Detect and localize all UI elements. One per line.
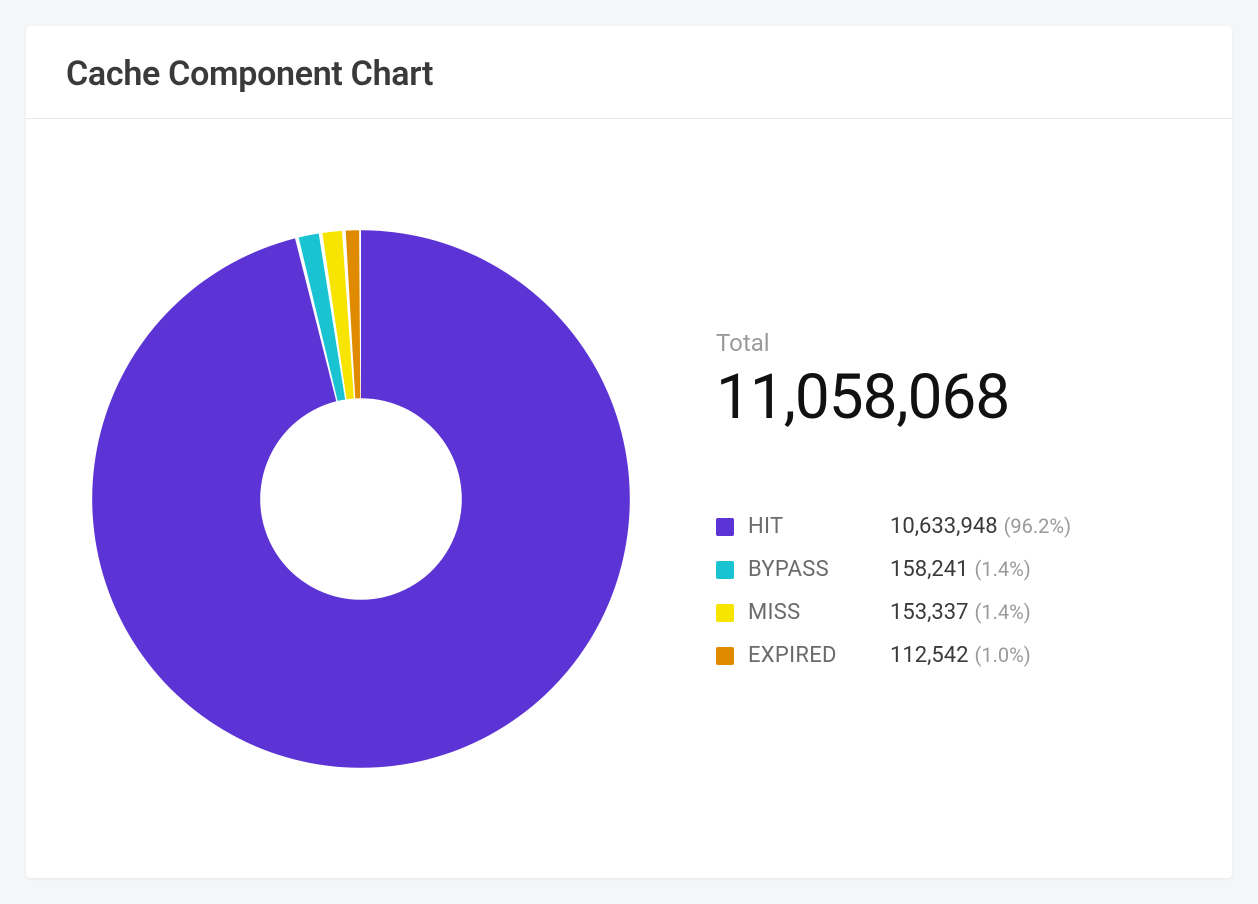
legend-swatch [716, 518, 734, 536]
legend-value: 158,241 [890, 557, 969, 582]
legend: HIT 10,633,948(96.2%) BYPASS 158,241(1.4%) M… [716, 514, 1192, 668]
legend-value-cell: 112,542(1.0%) [890, 643, 1192, 668]
legend-swatch [716, 604, 734, 622]
legend-value-cell: 10,633,948(96.2%) [890, 514, 1192, 539]
legend-value: 112,542 [890, 643, 969, 668]
legend-value-cell: 153,337(1.4%) [890, 600, 1192, 625]
legend-name: MISS [748, 600, 878, 625]
legend-name: EXPIRED [748, 643, 878, 668]
legend-value: 153,337 [890, 600, 969, 625]
legend-value-cell: 158,241(1.4%) [890, 557, 1192, 582]
donut-chart [66, 204, 656, 794]
total-value: 11,058,068 [716, 361, 1192, 434]
card-header: Cache Component Chart [26, 26, 1232, 119]
legend-swatch [716, 561, 734, 579]
card-title: Cache Component Chart [66, 54, 1192, 94]
legend-name: BYPASS [748, 557, 878, 582]
legend-swatch [716, 647, 734, 665]
legend-value: 10,633,948 [890, 514, 998, 539]
total-label: Total [716, 329, 1192, 357]
legend-name: HIT [748, 514, 878, 539]
legend-percent: (1.4%) [975, 600, 1031, 624]
legend-percent: (1.4%) [975, 557, 1031, 581]
card-body: Total 11,058,068 HIT 10,633,948(96.2%) BYP… [26, 119, 1232, 878]
stats-panel: Total 11,058,068 HIT 10,633,948(96.2%) BYP… [656, 329, 1192, 668]
chart-card: Cache Component Chart Total 11,058,068 H… [26, 26, 1232, 878]
donut-svg [81, 219, 641, 779]
legend-percent: (96.2%) [1004, 514, 1071, 538]
legend-percent: (1.0%) [975, 643, 1031, 667]
donut-slice-hit [92, 230, 630, 768]
